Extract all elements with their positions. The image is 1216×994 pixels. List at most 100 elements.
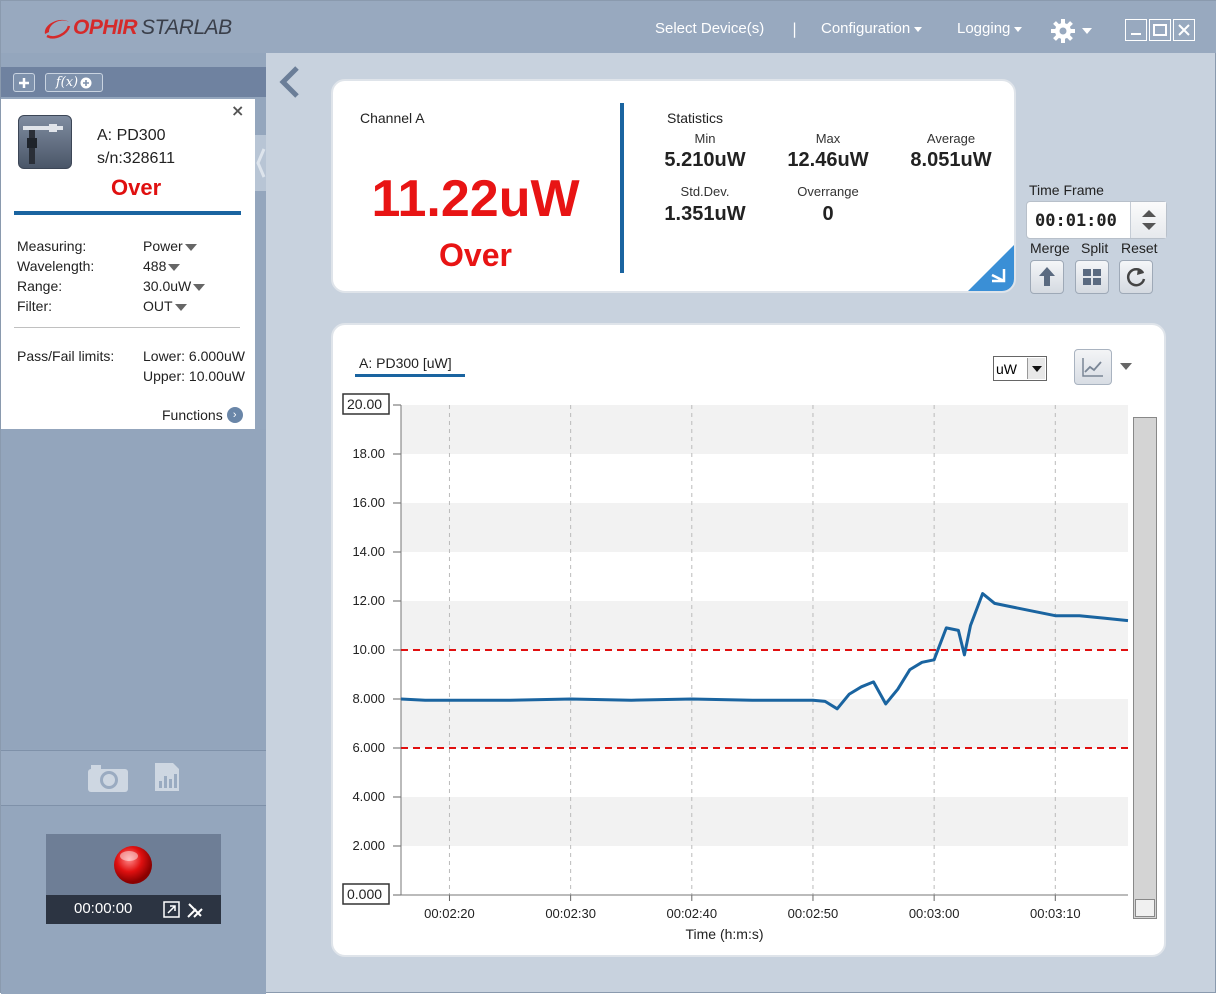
chevron-down-icon — [914, 26, 923, 32]
add-function-button[interactable]: f(x) — [45, 73, 103, 92]
x-tick-label: 00:03:10 — [1030, 906, 1081, 921]
chart-band — [401, 405, 1128, 454]
unit-select-value: uW — [996, 360, 1017, 377]
report-icon — [155, 763, 179, 791]
grid-icon — [1083, 269, 1101, 285]
channel-title: Channel A — [360, 110, 425, 126]
channel-card: Channel A 11.22uW Over Statistics Min 5.… — [331, 79, 1016, 293]
y-tick-label: 16.00 — [352, 495, 385, 510]
chevron-down-icon — [1027, 358, 1045, 379]
stat-overrange-value: 0 — [822, 203, 834, 225]
timeframe-input[interactable]: 00:01:00 — [1026, 201, 1167, 239]
channel-status: Over — [439, 237, 512, 273]
prop-label-range: Range: — [17, 278, 63, 294]
logo-ophir: OPHIR — [73, 16, 138, 39]
prop-label-measuring: Measuring: — [17, 238, 87, 254]
menu-logging[interactable]: Logging — [957, 20, 1023, 37]
y-tick-label: 8.000 — [352, 691, 385, 706]
app-logo: OPHIR STARLAB — [41, 13, 232, 43]
unit-select[interactable]: uW — [993, 356, 1047, 381]
maximize-button[interactable] — [1149, 19, 1171, 41]
merge-button[interactable] — [1030, 260, 1064, 294]
report-button[interactable] — [153, 761, 181, 797]
measuring-dropdown[interactable]: Power — [143, 238, 197, 254]
upper-limit: Upper: 10.00uW — [143, 368, 245, 384]
stat-avg-value: 8.051uW — [910, 149, 992, 171]
channel-divider — [620, 103, 624, 273]
scrollbar-thumb[interactable] — [1135, 899, 1155, 917]
y-tick-label: 20.00 — [347, 396, 382, 412]
chart-type-button[interactable] — [1074, 349, 1112, 385]
x-tick-label: 00:02:50 — [788, 906, 839, 921]
prop-label-wavelength: Wavelength: — [17, 258, 95, 274]
y-tick-label: 4.000 — [352, 789, 385, 804]
prop-label-filter: Filter: — [17, 298, 52, 314]
minimize-icon — [1131, 33, 1141, 35]
y-tick-label: 0.000 — [347, 886, 382, 902]
channel-reading: 11.22uW — [371, 170, 580, 228]
title-bar: OPHIR STARLAB Select Device(s) | Configur… — [1, 1, 1216, 53]
recorder-time: 00:00:00 — [74, 900, 133, 917]
fx-label: f(x) — [55, 75, 79, 90]
x-axis-label: Time (h:m:s) — [685, 926, 763, 942]
measurement-chart: 20.00 18.00 16.00 14.00 12.00 10.00 8.000 6.000… — [342, 393, 1129, 942]
y-tick-label: 10.00 — [352, 642, 385, 657]
close-icon — [1178, 24, 1190, 36]
reset-button[interactable] — [1119, 260, 1153, 294]
x-tick-label: 00:02:20 — [424, 906, 475, 921]
chart-band — [401, 797, 1128, 846]
chart-scrollbar[interactable] — [1133, 417, 1157, 919]
wrench-icon — [187, 903, 203, 918]
menu-select-devices[interactable]: Select Device(s) — [655, 20, 764, 37]
limits-label: Pass/Fail limits: — [17, 348, 115, 364]
y-tick-label: 14.00 — [352, 544, 385, 559]
filter-dropdown[interactable]: OUT — [143, 298, 187, 314]
graph-title[interactable]: A: PD300 [uW] — [359, 355, 452, 371]
chevron-right-circle-icon: › — [226, 407, 243, 423]
wavelength-dropdown[interactable]: 488 — [143, 258, 181, 274]
record-icon — [114, 846, 152, 884]
stat-overrange-label: Overrange — [797, 184, 859, 199]
back-button[interactable] — [277, 66, 301, 98]
range-dropdown[interactable]: 30.0uW — [143, 278, 206, 294]
logo-starlab: STARLAB — [141, 16, 232, 39]
device-list-area — [1, 429, 266, 749]
timeframe-spinner[interactable] — [1130, 202, 1166, 238]
device-card: × A: PD300 s/n:328611 Over Measuring: Po… — [1, 99, 255, 475]
expand-arrow-icon — [968, 245, 1014, 291]
graph-card: A: PD300 [uW] uW 20.00 18.00 16.00 14.00 12.… — [331, 323, 1166, 957]
stat-std-value: 1.351uW — [664, 203, 746, 225]
log-settings-button[interactable] — [163, 901, 180, 922]
record-button[interactable] — [112, 844, 154, 890]
add-device-button[interactable] — [13, 73, 35, 92]
timeframe-value: 00:01:00 — [1035, 211, 1117, 231]
graph-title-underline — [355, 374, 465, 377]
statistics-title: Statistics — [667, 110, 724, 126]
recorder-tools-button[interactable] — [186, 901, 204, 923]
y-tick-label: 18.00 — [352, 446, 385, 461]
functions-link[interactable]: Functions › — [162, 407, 243, 423]
settings-menu[interactable] — [1050, 18, 1094, 44]
capture-toolbar — [1, 750, 266, 806]
gear-icon — [1051, 19, 1075, 43]
close-device-button[interactable]: × — [231, 101, 244, 120]
y-tick-label: 6.000 — [352, 740, 385, 755]
chart-type-dropdown-icon[interactable] — [1120, 363, 1132, 370]
menu-configuration[interactable]: Configuration — [821, 20, 923, 37]
panel-collapse-tab[interactable] — [255, 135, 266, 191]
split-button[interactable] — [1075, 260, 1109, 294]
chevron-left-icon — [279, 66, 299, 98]
chevron-down-icon — [174, 303, 187, 311]
chevron-down-icon — [168, 263, 181, 271]
chevron-down-icon — [1014, 26, 1023, 32]
recorder-status-bar: 00:00:00 — [46, 895, 221, 924]
lower-limit: Lower: 6.000uW — [143, 348, 245, 364]
expand-card-button[interactable] — [968, 245, 1014, 291]
snapshot-button[interactable] — [87, 763, 129, 797]
plus-icon — [19, 77, 29, 88]
minimize-button[interactable] — [1125, 19, 1147, 41]
left-panel: f(x) × A: PD300 s/n:328611 Over Measurin… — [1, 53, 266, 994]
split-label: Split — [1081, 240, 1109, 256]
stat-avg-label: Average — [926, 131, 976, 146]
close-window-button[interactable] — [1173, 19, 1195, 41]
